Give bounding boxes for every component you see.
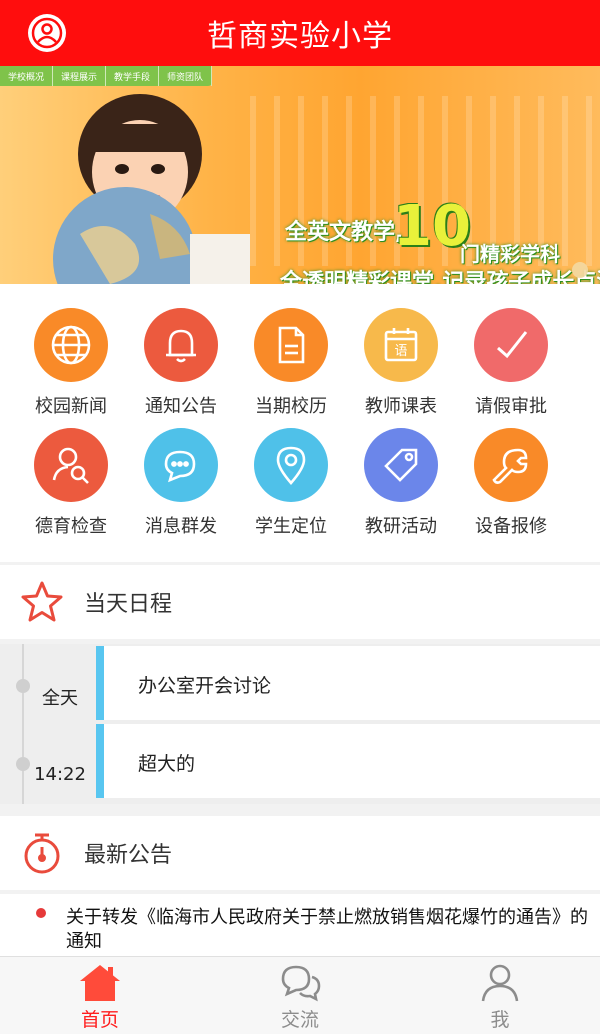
grid-item-label: 请假审批 <box>475 396 547 417</box>
bell-icon <box>144 308 218 382</box>
schedule-accent-bar <box>96 646 104 720</box>
location-pin-icon <box>254 428 328 502</box>
star-outline-icon <box>21 581 63 622</box>
nav-label: 首页 <box>80 1009 119 1031</box>
schedule-card[interactable]: 超大的 <box>104 724 600 798</box>
wrench-icon <box>474 428 548 502</box>
banner-slogan-suffix: 门精彩学科 <box>460 242 560 266</box>
globe-icon <box>34 308 108 382</box>
grid-item-timetable[interactable]: 语 教师课表 <box>346 308 456 428</box>
bottom-navigation: 首页 交流 我 <box>0 956 600 1034</box>
schedule-event-title: 办公室开会讨论 <box>138 675 272 697</box>
person-icon <box>481 964 519 1002</box>
grid-item-label: 通知公告 <box>145 396 217 417</box>
schedule-list: 全天 办公室开会讨论 14:22 超大的 <box>0 644 600 804</box>
nav-label: 我 <box>490 1009 510 1031</box>
notice-section-header[interactable]: 最新公告 <box>0 816 600 890</box>
schedule-time: 全天 <box>42 688 78 709</box>
grid-item-label: 德育检查 <box>35 516 107 537</box>
promo-banner[interactable]: 学校概况 课程展示 教学手段 师资团队 全英文教学, 10 门精彩学科 全透明精… <box>0 66 600 284</box>
grid-item-label: 教师课表 <box>365 396 437 417</box>
user-circle-icon[interactable] <box>26 12 68 54</box>
grid-item-student-location[interactable]: 学生定位 <box>236 428 346 548</box>
person-search-icon <box>34 428 108 502</box>
nav-home[interactable]: 首页 <box>0 957 200 1034</box>
grid-item-calendar[interactable]: 当期校历 <box>236 308 346 428</box>
grid-item-notices[interactable]: 通知公告 <box>126 308 236 428</box>
schedule-time: 14:22 <box>34 764 86 785</box>
home-icon <box>80 965 120 1001</box>
chat-bubbles-icon <box>144 428 218 502</box>
banner-slogan-line2: 全透明精彩课堂,记录孩子成长点滴 <box>280 270 600 284</box>
notice-title: 最新公告 <box>84 843 173 868</box>
nav-me[interactable]: 我 <box>400 957 600 1034</box>
grid-item-campus-news[interactable]: 校园新闻 <box>16 308 126 428</box>
schedule-event-title: 超大的 <box>138 753 196 775</box>
banner-tab: 教学手段 <box>106 66 160 86</box>
grid-item-label: 学生定位 <box>255 516 327 537</box>
stopwatch-icon <box>24 833 60 874</box>
timeline-dot <box>16 679 30 693</box>
schedule-card[interactable]: 办公室开会讨论 <box>104 646 600 720</box>
schedule-item[interactable]: 全天 办公室开会讨论 <box>0 646 600 720</box>
feature-grid: 校园新闻 通知公告 当期校历 语 教师课表 请假审批 德育检查 消息群发 学生定… <box>0 284 600 562</box>
nav-label: 交流 <box>280 1009 319 1031</box>
tag-icon <box>364 428 438 502</box>
grid-item-research[interactable]: 教研活动 <box>346 428 456 548</box>
grid-item-group-message[interactable]: 消息群发 <box>126 428 236 548</box>
app-header: 哲商实验小学 <box>0 0 600 66</box>
notice-item[interactable]: 关于转发《临海市人民政府关于禁止燃放销售烟花爆竹的通告》的通知 <box>0 894 600 956</box>
calendar-icon: 语 <box>364 308 438 382</box>
timeline-dot <box>16 757 30 771</box>
grid-item-repair[interactable]: 设备报修 <box>456 428 566 548</box>
chat-icon <box>281 965 321 1002</box>
grid-item-label: 校园新闻 <box>35 396 107 417</box>
banner-tabs: 学校概况 课程展示 教学手段 师资团队 <box>0 66 213 86</box>
schedule-title: 当天日程 <box>84 592 173 617</box>
notice-text: 关于转发《临海市人民政府关于禁止燃放销售烟花爆竹的通告》的通知 <box>66 907 588 952</box>
checkmark-icon <box>474 308 548 382</box>
svg-text:语: 语 <box>394 344 407 359</box>
banner-tab: 课程展示 <box>53 66 107 86</box>
schedule-section-header[interactable]: 当天日程 <box>0 565 600 639</box>
grid-item-label: 消息群发 <box>145 516 217 537</box>
bullet-dot <box>36 908 46 918</box>
grid-item-moral-check[interactable]: 德育检查 <box>16 428 126 548</box>
grid-item-label: 设备报修 <box>475 516 547 537</box>
banner-tab: 师资团队 <box>159 66 213 86</box>
nav-chat[interactable]: 交流 <box>200 957 400 1034</box>
banner-tab: 学校概况 <box>0 66 54 86</box>
grid-item-label: 教研活动 <box>365 516 437 537</box>
schedule-item[interactable]: 14:22 超大的 <box>0 724 600 798</box>
child-with-globe-image <box>53 94 250 284</box>
page-title: 哲商实验小学 <box>207 19 393 54</box>
document-icon <box>254 308 328 382</box>
grid-item-label: 当期校历 <box>255 396 327 417</box>
banner-slogan-prefix: 全英文教学, <box>285 220 404 245</box>
grid-item-leave-approval[interactable]: 请假审批 <box>456 308 566 428</box>
schedule-accent-bar <box>96 724 104 798</box>
